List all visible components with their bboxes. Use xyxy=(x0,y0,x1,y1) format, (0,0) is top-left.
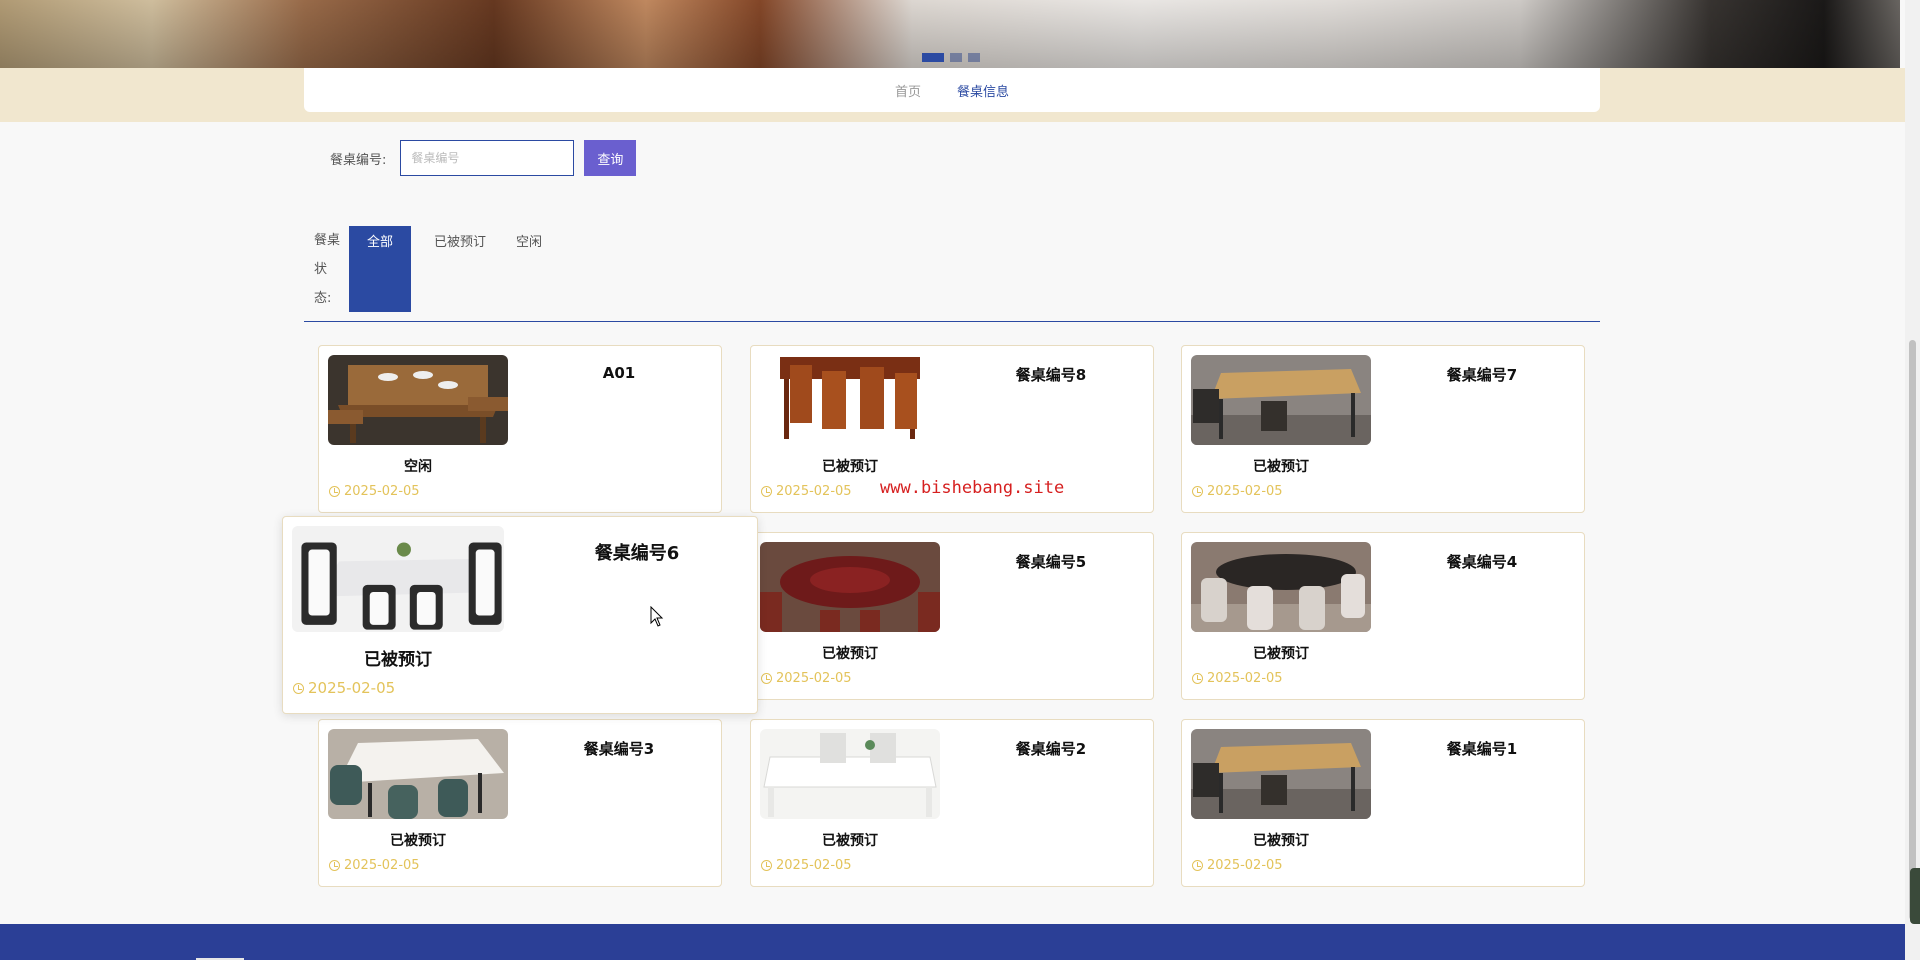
clock-icon xyxy=(1192,860,1203,871)
table-status: 已被预订 xyxy=(364,650,432,670)
table-name: 餐桌编号4 xyxy=(1446,553,1518,571)
table-card[interactable]: 餐桌编号1 已被预订 2025-02-05 xyxy=(1181,719,1585,887)
table-card[interactable]: 餐桌编号7 已被预订 2025-02-05 xyxy=(1181,345,1585,513)
carousel-dot-3[interactable] xyxy=(968,53,980,62)
table-status: 空闲 xyxy=(404,459,432,475)
table-name: 餐桌编号1 xyxy=(1446,740,1518,758)
clock-icon xyxy=(761,860,772,871)
table-image xyxy=(1191,542,1371,632)
table-date-text: 2025-02-05 xyxy=(776,858,852,873)
carousel-dot-1[interactable] xyxy=(922,53,944,62)
clock-icon xyxy=(329,860,340,871)
table-date: 2025-02-05 xyxy=(293,679,395,697)
table-status: 已被预订 xyxy=(1253,833,1309,849)
table-image xyxy=(328,355,508,445)
table-date-text: 2025-02-05 xyxy=(308,679,396,697)
clock-icon xyxy=(1192,486,1203,497)
table-date: 2025-02-05 xyxy=(329,484,420,499)
search-bar: 餐桌编号: 查询 xyxy=(330,140,637,176)
table-image xyxy=(292,526,504,632)
table-status: 已被预订 xyxy=(822,459,878,475)
hero-banner xyxy=(0,0,1900,68)
table-image xyxy=(1191,729,1371,819)
filter-tab-all[interactable]: 全部 xyxy=(349,226,411,312)
table-date-text: 2025-02-05 xyxy=(344,858,420,873)
table-date: 2025-02-05 xyxy=(1192,484,1283,499)
table-date-text: 2025-02-05 xyxy=(1207,484,1283,499)
table-name: 餐桌编号8 xyxy=(1015,366,1087,384)
table-date-text: 2025-02-05 xyxy=(1207,858,1283,873)
table-card[interactable]: 餐桌编号4 已被预订 2025-02-05 xyxy=(1181,532,1585,700)
mouse-cursor-icon xyxy=(650,606,664,627)
table-name: 餐桌编号2 xyxy=(1015,740,1087,758)
filter-tab-free[interactable]: 空闲 xyxy=(509,226,549,312)
table-name: 餐桌编号3 xyxy=(583,740,655,758)
filter-label: 餐桌状态: xyxy=(314,233,341,306)
scrollbar-thumb[interactable] xyxy=(1909,340,1916,920)
table-card[interactable]: A01 空闲 2025-02-05 xyxy=(318,345,722,513)
search-label: 餐桌编号: xyxy=(330,152,387,168)
table-image xyxy=(760,729,940,819)
table-name: 餐桌编号7 xyxy=(1446,366,1518,384)
search-button[interactable]: 查询 xyxy=(584,140,637,176)
table-date-text: 2025-02-05 xyxy=(776,671,852,686)
clock-icon xyxy=(761,673,772,684)
carousel-dot-2[interactable] xyxy=(950,53,962,62)
main-nav: 首页 餐桌信息 xyxy=(304,68,1600,112)
table-status: 已被预订 xyxy=(822,646,878,662)
clock-icon xyxy=(1192,673,1203,684)
table-date: 2025-02-05 xyxy=(761,484,852,499)
page-scrollbar[interactable] xyxy=(1905,0,1920,960)
nav-band: 首页 餐桌信息 xyxy=(0,68,1905,122)
status-filter: 餐桌状态: 全部 已被预订 空闲 xyxy=(304,226,1600,322)
table-card[interactable]: 餐桌编号5 已被预订 2025-02-05 xyxy=(750,532,1154,700)
table-image xyxy=(1191,355,1371,445)
watermark: www.bishebang.site xyxy=(880,478,1065,498)
table-status: 已被预订 xyxy=(1253,646,1309,662)
table-card[interactable]: 餐桌编号2 已被预订 2025-02-05 xyxy=(750,719,1154,887)
carousel-indicators xyxy=(922,53,980,62)
side-widget-handle[interactable] xyxy=(1910,868,1920,924)
table-status: 已被预订 xyxy=(390,833,446,849)
table-date: 2025-02-05 xyxy=(1192,671,1283,686)
table-card[interactable]: 餐桌编号3 已被预订 2025-02-05 xyxy=(318,719,722,887)
nav-item-table-info[interactable]: 餐桌信息 xyxy=(957,81,1009,100)
table-date: 2025-02-05 xyxy=(761,671,852,686)
table-date-text: 2025-02-05 xyxy=(1207,671,1283,686)
table-date-text: 2025-02-05 xyxy=(776,484,852,499)
table-image xyxy=(760,355,940,445)
table-image xyxy=(328,729,508,819)
clock-icon xyxy=(329,486,340,497)
filter-tab-booked[interactable]: 已被预订 xyxy=(425,226,495,312)
footer xyxy=(0,924,1905,960)
table-number-input[interactable] xyxy=(400,140,575,176)
clock-icon xyxy=(293,682,304,694)
nav-item-home[interactable]: 首页 xyxy=(895,81,921,100)
table-name: 餐桌编号6 xyxy=(594,543,680,564)
table-status: 已被预订 xyxy=(1253,459,1309,475)
table-date: 2025-02-05 xyxy=(1192,858,1283,873)
table-name: 餐桌编号5 xyxy=(1015,553,1087,571)
table-image xyxy=(760,542,940,632)
clock-icon xyxy=(761,486,772,497)
table-card[interactable]: 餐桌编号6 已被预订 2025-02-05 xyxy=(282,516,758,714)
table-date: 2025-02-05 xyxy=(329,858,420,873)
table-status: 已被预订 xyxy=(822,833,878,849)
table-name: A01 xyxy=(602,364,636,382)
table-date-text: 2025-02-05 xyxy=(344,484,420,499)
table-date: 2025-02-05 xyxy=(761,858,852,873)
